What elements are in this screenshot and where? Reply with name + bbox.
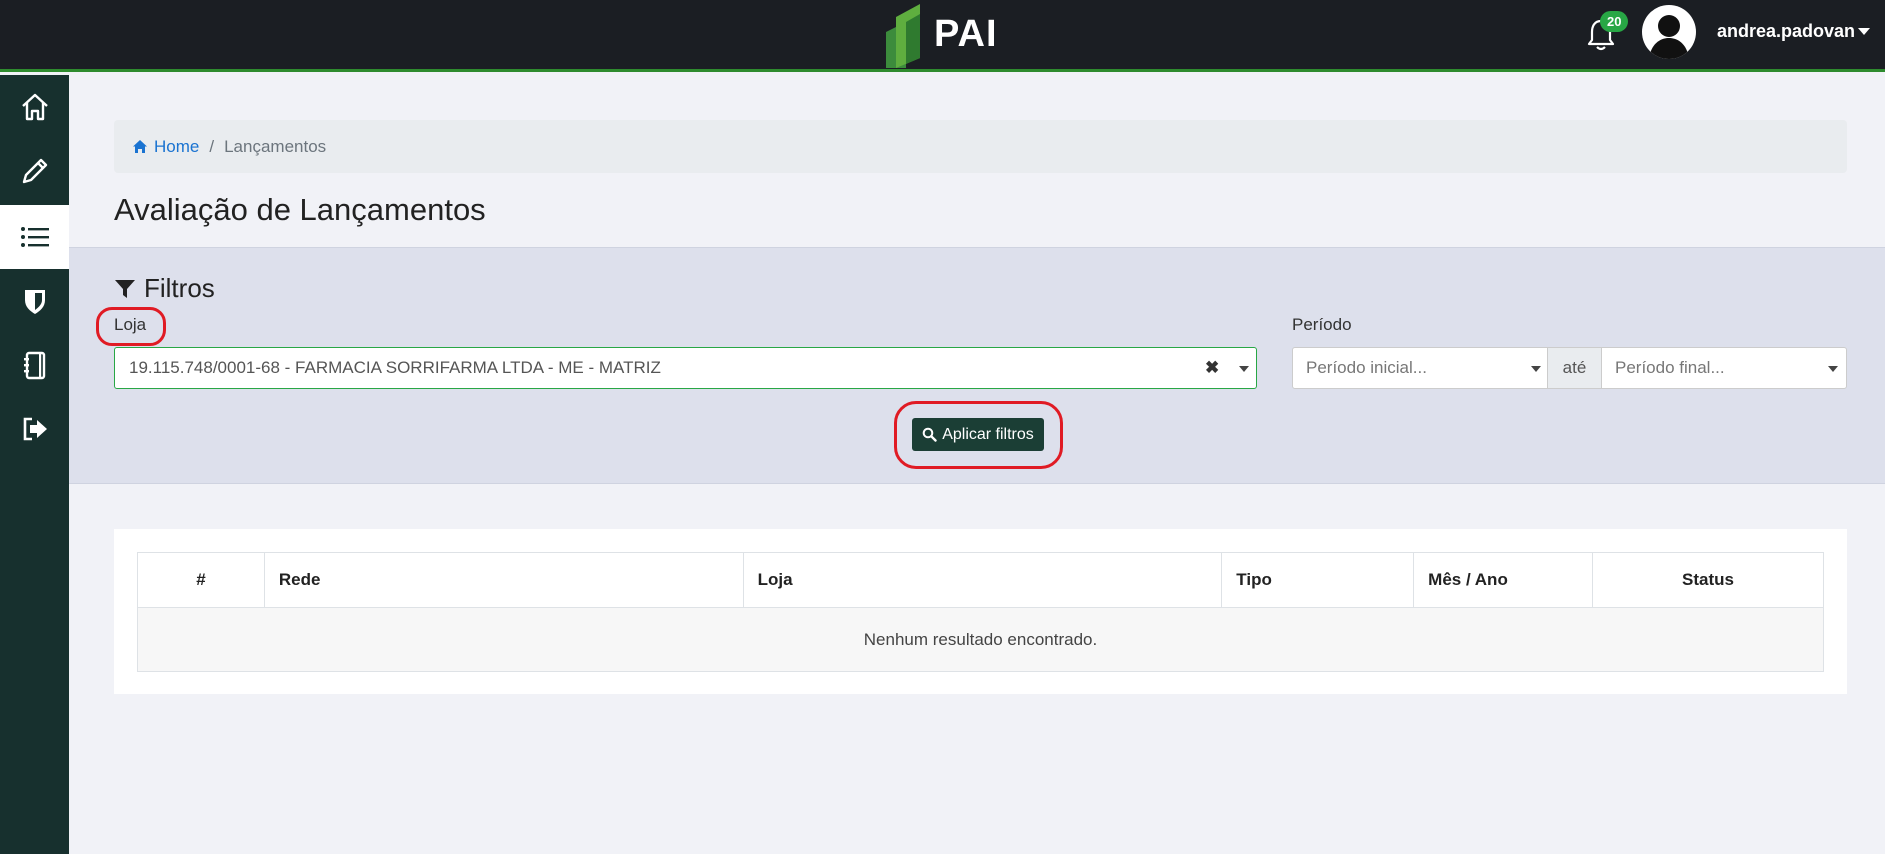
breadcrumb: Home / Lançamentos	[114, 120, 1847, 173]
column-header-number[interactable]: #	[137, 552, 265, 608]
clear-icon[interactable]: ✖	[1205, 358, 1219, 378]
chevron-down-icon[interactable]	[1531, 366, 1541, 372]
logout-icon	[23, 417, 47, 441]
home-icon	[21, 93, 48, 121]
home-icon	[133, 140, 147, 153]
notebook-icon	[23, 351, 45, 380]
table-header-row: # Rede Loja Tipo Mês / Ano Status	[137, 552, 1824, 608]
apply-filters-button[interactable]: Aplicar filtros	[912, 418, 1044, 451]
chevron-down-icon[interactable]	[1828, 366, 1838, 372]
loja-label: Loja	[114, 315, 147, 334]
sidebar-item-home[interactable]	[0, 75, 69, 139]
column-header-mes-ano[interactable]: Mês / Ano	[1413, 552, 1594, 608]
logo-mark-icon	[886, 3, 920, 68]
periodo-final-placeholder: Período final...	[1615, 358, 1725, 377]
periodo-inicial-select[interactable]: Período inicial...	[1292, 347, 1548, 389]
search-icon	[922, 427, 937, 442]
column-header-rede[interactable]: Rede	[263, 552, 744, 608]
periodo-label: Período	[1292, 315, 1352, 334]
chevron-down-icon[interactable]	[1239, 366, 1249, 372]
logo-text: PAI	[934, 13, 998, 55]
username-menu[interactable]: andrea.padovan	[1717, 21, 1855, 42]
notification-badge[interactable]: 20	[1600, 11, 1629, 32]
avatar[interactable]	[1642, 5, 1696, 59]
column-header-loja[interactable]: Loja	[742, 552, 1223, 608]
app-logo[interactable]: PAI	[884, 0, 998, 69]
filter-title-text: Filtros	[144, 273, 215, 303]
pencil-icon	[22, 158, 47, 184]
periodo-inicial-placeholder: Período inicial...	[1306, 358, 1427, 377]
results-table: # Rede Loja Tipo Mês / Ano Status Nenhum…	[137, 552, 1824, 672]
table-row: Nenhum resultado encontrado.	[137, 607, 1824, 672]
column-header-status[interactable]: Status	[1592, 552, 1824, 608]
breadcrumb-home-label[interactable]: Home	[154, 137, 199, 157]
breadcrumb-separator: /	[209, 136, 215, 156]
periodo-final-select[interactable]: Período final...	[1601, 347, 1847, 389]
breadcrumb-current: Lançamentos	[224, 136, 327, 156]
shield-icon	[24, 290, 45, 314]
list-icon	[20, 227, 49, 247]
filter-title: Filtros	[114, 273, 215, 304]
chevron-down-icon[interactable]	[1858, 28, 1870, 35]
column-header-tipo[interactable]: Tipo	[1221, 552, 1415, 608]
sidebar-item-security[interactable]	[0, 269, 69, 333]
apply-filters-label: Aplicar filtros	[942, 425, 1034, 443]
ate-addon: até	[1548, 347, 1601, 389]
sidebar-item-notebook[interactable]	[0, 333, 69, 397]
empty-results-message: Nenhum resultado encontrado.	[137, 607, 1824, 672]
loja-select[interactable]: 19.115.748/0001-68 - FARMACIA SORRIFARMA…	[114, 347, 1257, 389]
filter-icon	[115, 279, 135, 298]
top-navbar: PAI 20 andrea.padovan	[0, 0, 1885, 72]
sidebar-item-logout[interactable]	[0, 397, 69, 461]
sidebar-item-list[interactable]	[0, 205, 69, 269]
user-silhouette-icon	[1649, 15, 1689, 59]
loja-select-value: 19.115.748/0001-68 - FARMACIA SORRIFARMA…	[129, 358, 661, 377]
sidebar	[0, 75, 69, 854]
page-title: Avaliação de Lançamentos	[114, 192, 486, 227]
breadcrumb-home-link[interactable]: Home	[132, 137, 199, 157]
sidebar-item-edit[interactable]	[0, 139, 69, 203]
